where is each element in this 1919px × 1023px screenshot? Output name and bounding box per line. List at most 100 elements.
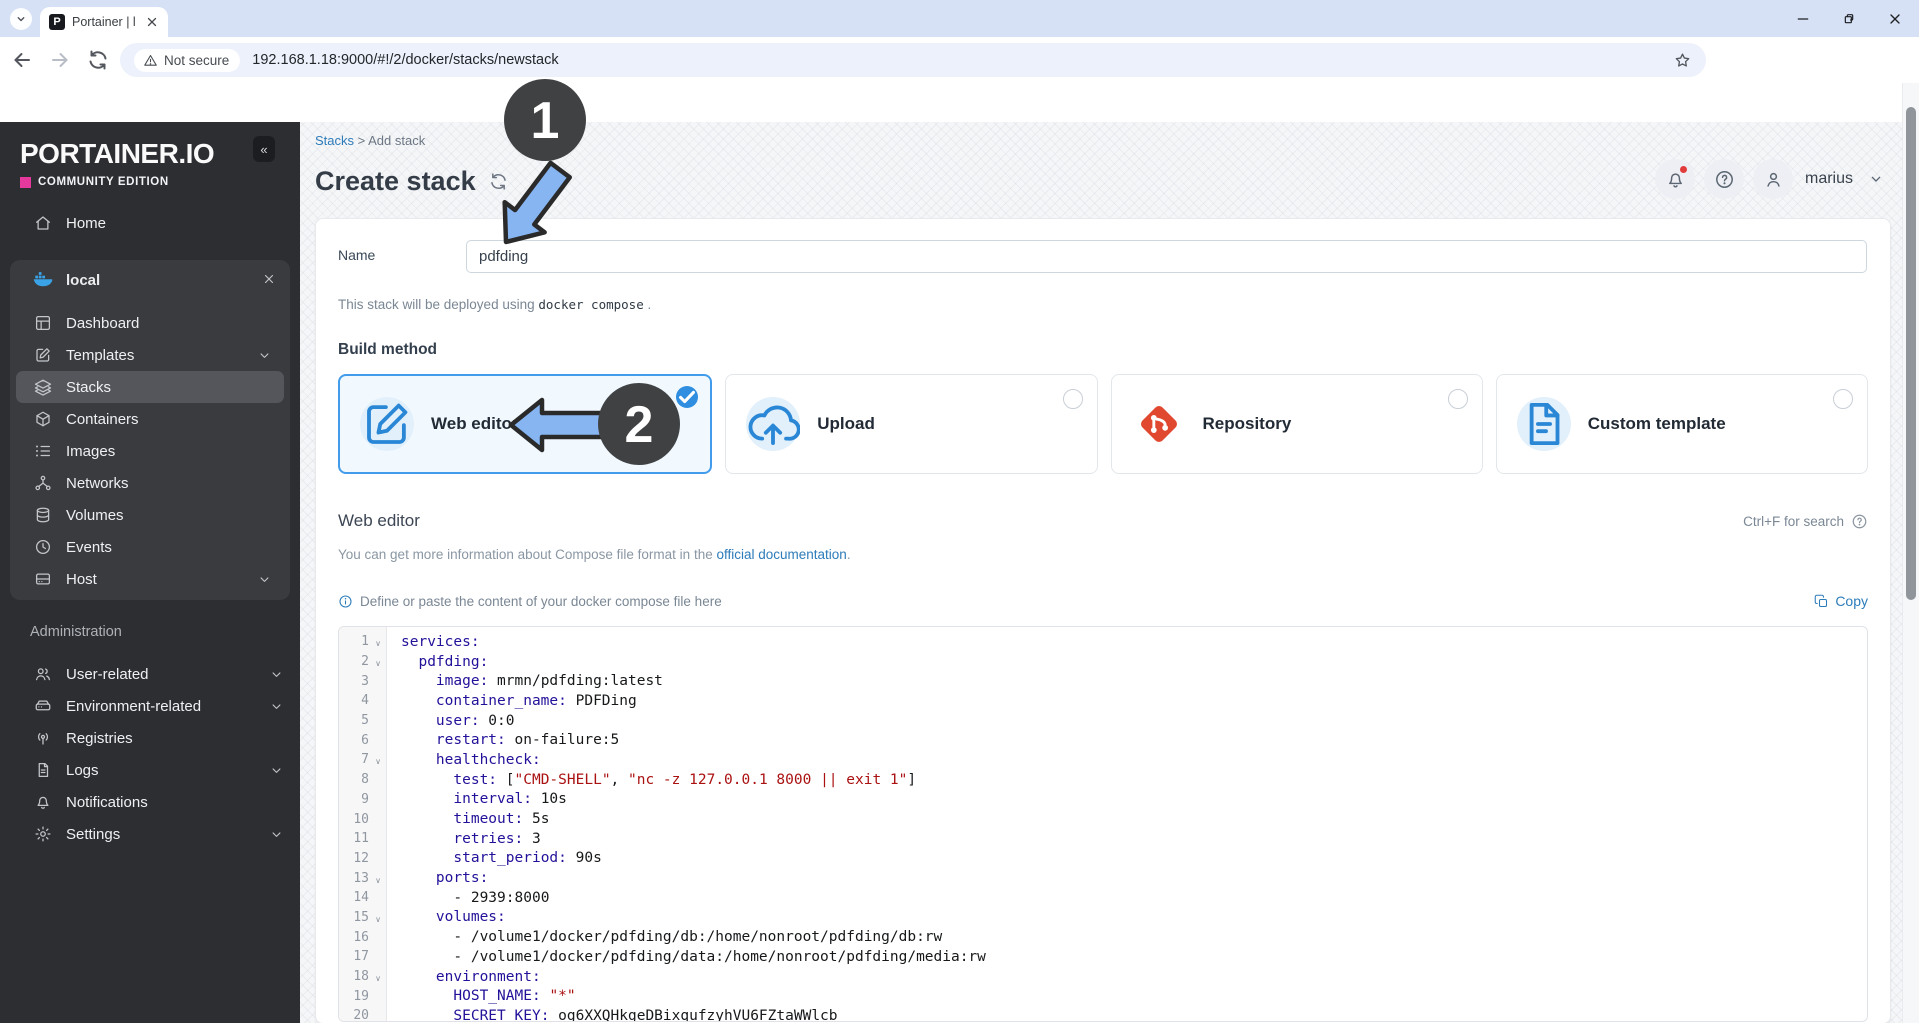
selected-check-icon[interactable] <box>676 386 699 408</box>
fold-chevron-icon[interactable]: ∨ <box>369 970 387 983</box>
sidebar-item-registries[interactable]: Registries <box>0 722 300 754</box>
line-number: 7 <box>361 752 369 768</box>
window-scrollbar[interactable] <box>1902 83 1919 1023</box>
home-icon <box>34 214 52 232</box>
official-documentation-link[interactable]: official documentation <box>716 547 846 562</box>
fold-chevron-icon[interactable]: ∨ <box>369 655 387 668</box>
sidebar-item-networks[interactable]: Networks <box>16 467 284 499</box>
scrollbar-thumb[interactable] <box>1906 107 1916 600</box>
radio-unselected-icon[interactable] <box>1062 389 1083 409</box>
address-bar[interactable]: Not secure 192.168.1.18:9000/#!/2/docker… <box>120 43 1706 77</box>
code-text: user: 0:0 <box>435 712 515 729</box>
sidebar-item-stacks[interactable]: Stacks <box>16 371 284 403</box>
user-avatar-button[interactable] <box>1753 159 1793 199</box>
code-line[interactable]: 19 HOST_NAME: "*" <box>339 986 1867 1006</box>
sidebar-item-notifications[interactable]: Notifications <box>0 786 300 818</box>
copy-button[interactable]: Copy <box>1814 593 1868 609</box>
code-line[interactable]: 18 ∨ environment: <box>339 967 1867 987</box>
host-icon <box>34 570 52 588</box>
code-line[interactable]: 1 ∨ services: <box>339 632 1867 652</box>
code-line[interactable]: 20 SECRET_KEY: og6XXQHkgeDBixqufzyhVU6FZ… <box>339 1006 1867 1022</box>
sidebar-collapse-button[interactable]: « <box>253 136 275 162</box>
code-line[interactable]: 13 ∨ ports: <box>339 868 1867 888</box>
code-line[interactable]: 14 - 2939:8000 <box>339 888 1867 908</box>
line-number: 8 <box>361 772 369 788</box>
line-number: 4 <box>361 693 369 709</box>
fold-chevron-icon[interactable]: ∨ <box>369 911 387 924</box>
notification-badge <box>1679 165 1688 174</box>
code-line[interactable]: 5 user: 0:0 <box>339 711 1867 731</box>
sidebar-item-host[interactable]: Host <box>16 563 284 595</box>
code-line[interactable]: 6 restart: on-failure:5 <box>339 730 1867 750</box>
chevron-down-icon <box>257 348 272 363</box>
line-number: 6 <box>361 732 369 748</box>
breadcrumb-stacks-link[interactable]: Stacks <box>315 133 354 148</box>
bookmark-star-icon[interactable] <box>1673 51 1692 70</box>
sidebar-item-user-related[interactable]: User-related <box>0 658 300 690</box>
build-method-custom-template[interactable]: Custom template <box>1495 374 1868 474</box>
chevron-down-icon <box>257 572 272 587</box>
environment-header[interactable]: local <box>10 260 290 300</box>
code-line[interactable]: 7 ∨ healthcheck: <box>339 750 1867 770</box>
forward-icon[interactable] <box>48 48 72 72</box>
sidebar-item-logs[interactable]: Logs <box>0 754 300 786</box>
code-line[interactable]: 15 ∨ volumes: <box>339 908 1867 928</box>
code-line[interactable]: 4 container_name: PDFDing <box>339 691 1867 711</box>
code-line[interactable]: 8 test: ["CMD-SHELL", "nc -z 127.0.0.1 8… <box>339 770 1867 790</box>
build-method-label: Build method <box>338 341 438 358</box>
build-method-web-editor[interactable]: Web editor <box>338 374 713 474</box>
refresh-icon[interactable] <box>488 171 509 192</box>
sidebar-item-volumes[interactable]: Volumes <box>16 499 284 531</box>
code-line[interactable]: 11 retries: 3 <box>339 829 1867 849</box>
sidebar-item-settings[interactable]: Settings <box>0 818 300 850</box>
stack-name-input[interactable] <box>466 240 1867 273</box>
tab-close-icon[interactable] <box>145 15 159 29</box>
code-line[interactable]: 17 - /volume1/docker/pdfding/data:/home/… <box>339 947 1867 967</box>
window-restore-button[interactable] <box>1841 11 1857 27</box>
code-line[interactable]: 9 interval: 10s <box>339 790 1867 810</box>
env-menu: Dashboard Templates Stacks Containers Images… <box>16 307 284 595</box>
radio-unselected-icon[interactable] <box>1833 389 1853 409</box>
tab-search-button[interactable] <box>10 8 32 30</box>
sidebar-item-templates[interactable]: Templates <box>16 339 284 371</box>
page-title: Create stack <box>315 166 476 196</box>
user-name: marius <box>1805 170 1854 187</box>
user-menu-chevron-icon[interactable] <box>1868 171 1884 187</box>
question-icon <box>1714 169 1735 190</box>
sidebar-item-home[interactable]: Home <box>0 207 300 239</box>
line-number: 17 <box>353 949 369 965</box>
web-editor-title: Web editor <box>338 511 420 530</box>
not-secure-chip[interactable]: Not secure <box>134 48 241 72</box>
sidebar-item-environment-related[interactable]: Environment-related <box>0 690 300 722</box>
code-line[interactable]: 10 timeout: 5s <box>339 809 1867 829</box>
build-method-upload[interactable]: Upload <box>725 374 1098 474</box>
back-icon[interactable] <box>10 48 34 72</box>
code-line[interactable]: 12 start_period: 90s <box>339 849 1867 869</box>
code-text: SECRET_KEY: og6XXQHkgeDBixqufzyhVU6FZtaW… <box>453 1007 838 1022</box>
fold-chevron-icon[interactable]: ∨ <box>369 753 387 766</box>
notifications-button[interactable] <box>1655 159 1695 199</box>
reload-icon[interactable] <box>86 48 110 72</box>
environment-close-icon[interactable] <box>262 272 276 286</box>
radio-unselected-icon[interactable] <box>1447 389 1468 409</box>
window-close-button[interactable] <box>1887 11 1903 27</box>
code-text: timeout: 5s <box>453 811 550 828</box>
sidebar-item-dashboard[interactable]: Dashboard <box>16 307 284 339</box>
deploy-note-code: docker compose <box>538 297 644 312</box>
help-button[interactable] <box>1704 159 1744 199</box>
code-line[interactable]: 3 image: mrmn/pdfding:latest <box>339 671 1867 691</box>
browser-tab[interactable]: P Portainer | lo <box>40 7 168 37</box>
compose-code-editor[interactable]: 1 ∨ services: 2 ∨ pdfding: 3 image: mrmn/pdfd… <box>338 626 1868 1022</box>
code-line[interactable]: 16 - /volume1/docker/pdfding/db:/home/no… <box>339 927 1867 947</box>
sidebar-item-events[interactable]: Events <box>16 531 284 563</box>
window-minimize-button[interactable] <box>1795 11 1811 27</box>
build-method-repository[interactable]: Repository <box>1110 374 1483 474</box>
code-line[interactable]: 2 ∨ pdfding: <box>339 652 1867 672</box>
box-icon <box>34 410 52 428</box>
sidebar-item-images[interactable]: Images <box>16 435 284 467</box>
deploy-note: This stack will be deployed using docker… <box>338 297 652 312</box>
fold-chevron-icon[interactable]: ∨ <box>369 635 387 648</box>
sidebar-item-containers[interactable]: Containers <box>16 403 284 435</box>
fold-chevron-icon[interactable]: ∨ <box>369 872 387 885</box>
